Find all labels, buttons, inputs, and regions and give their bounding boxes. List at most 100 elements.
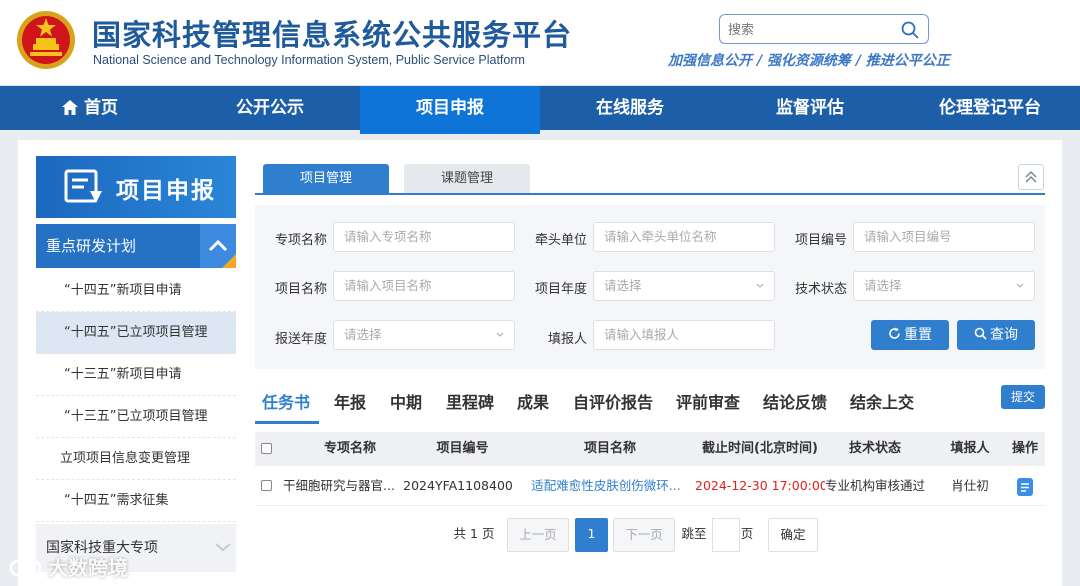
double-chevron-up-icon bbox=[1025, 170, 1037, 183]
watermark: 大数跨境 bbox=[8, 552, 128, 581]
page-total: 共 1 页 bbox=[453, 526, 495, 541]
project-name-link[interactable]: 适配难愈性皮肤创伤微环... bbox=[527, 466, 685, 506]
query-button[interactable]: 查询 bbox=[957, 320, 1035, 350]
site-header: 国家科技管理信息系统公共服务平台 National Science and Te… bbox=[0, 0, 1080, 86]
main-nav: 首页 公开公示 项目申报 在线服务 监督评估 伦理登记平台 bbox=[0, 86, 1080, 134]
project-code-input[interactable]: 请输入项目编号 bbox=[853, 222, 1035, 252]
national-emblem-icon bbox=[17, 11, 75, 69]
edit-document-icon[interactable] bbox=[1016, 477, 1034, 497]
subtab-conclusion-feedback[interactable]: 结论反馈 bbox=[763, 389, 827, 413]
label-submit-year: 报送年度 bbox=[275, 332, 328, 347]
cell-project-code: 2024YFA1108400 bbox=[403, 478, 513, 493]
project-name-input[interactable]: 请输入项目名称 bbox=[333, 271, 515, 301]
sidebar-item-145-manage[interactable]: “十四五”已立项项目管理 bbox=[36, 312, 236, 354]
sidebar-banner-title: 项目申报 bbox=[116, 178, 216, 204]
special-name-input[interactable]: 请输入专项名称 bbox=[333, 222, 515, 252]
goto-page-input[interactable] bbox=[712, 518, 740, 552]
sidebar-group-key-rd[interactable]: 重点研发计划 bbox=[36, 224, 236, 268]
sidebar-item-info-change[interactable]: 立项项目信息变更管理 bbox=[36, 438, 236, 480]
subtab-pre-review[interactable]: 评前审查 bbox=[676, 389, 740, 413]
label-lead-unit: 牵头单位 bbox=[535, 233, 588, 248]
subtab-results[interactable]: 成果 bbox=[517, 389, 549, 413]
chevron-down-icon bbox=[756, 283, 764, 288]
sidebar-item-145-new[interactable]: “十四五”新项目申请 bbox=[36, 270, 236, 312]
cell-filler: 肖仕初 bbox=[951, 478, 989, 493]
goto-confirm-button[interactable]: 确定 bbox=[768, 518, 818, 552]
sidebar-item-145-demand[interactable]: “十四五”需求征集 bbox=[36, 480, 236, 522]
reset-button[interactable]: 重置 bbox=[871, 320, 949, 350]
col-deadline: 截止时间(北京时间) bbox=[702, 441, 818, 456]
slogan: 加强信息公开 / 强化资源统筹 / 推进公平公正 bbox=[668, 53, 950, 69]
tab-project-management[interactable]: 项目管理 bbox=[263, 164, 389, 194]
sidebar-item-135-manage[interactable]: “十三五”已立项项目管理 bbox=[36, 396, 236, 438]
submit-button[interactable]: 提交 bbox=[1001, 385, 1045, 409]
subtab-milestone[interactable]: 里程碑 bbox=[446, 389, 494, 413]
table-header: 专项名称 项目编号 项目名称 截止时间(北京时间) 技术状态 填报人 操作 bbox=[255, 432, 1045, 466]
site-title: 国家科技管理信息系统公共服务平台 bbox=[92, 18, 573, 52]
search-input[interactable] bbox=[728, 20, 888, 40]
sidebar-banner: 项目申报 bbox=[36, 156, 236, 218]
sidebar: 项目申报 重点研发计划 “十四五”新项目申请 “十四五”已立项项目管理 “十三五… bbox=[36, 156, 236, 586]
sidebar-item-135-new[interactable]: “十三五”新项目申请 bbox=[36, 354, 236, 396]
prev-page-button[interactable]: 上一页 bbox=[507, 518, 569, 552]
label-filler: 填报人 bbox=[548, 332, 588, 347]
col-operation: 操作 bbox=[1011, 441, 1038, 456]
search-box[interactable] bbox=[719, 14, 929, 44]
nav-online-service[interactable]: 在线服务 bbox=[540, 86, 720, 130]
tech-status-placeholder: 请选择 bbox=[864, 278, 902, 293]
document-icon bbox=[64, 169, 102, 203]
select-all-checkbox[interactable] bbox=[261, 443, 272, 454]
search-icon[interactable] bbox=[900, 20, 920, 40]
nav-public[interactable]: 公开公示 bbox=[180, 86, 360, 130]
nav-project-apply[interactable]: 项目申报 bbox=[360, 86, 540, 134]
nav-ethics-platform[interactable]: 伦理登记平台 bbox=[900, 86, 1080, 130]
tab-subject-management[interactable]: 课题管理 bbox=[404, 164, 530, 194]
subtab-midterm[interactable]: 中期 bbox=[390, 389, 422, 413]
lead-unit-input[interactable]: 请输入牵头单位名称 bbox=[593, 222, 775, 252]
cell-deadline: 2024-12-30 17:00:00 bbox=[695, 478, 825, 493]
chevron-down-icon bbox=[1016, 283, 1024, 288]
cell-special-name: 干细胞研究与器官... bbox=[283, 478, 395, 493]
collapse-button[interactable] bbox=[1018, 164, 1044, 190]
chevron-down-icon[interactable] bbox=[214, 540, 232, 554]
corner-marker bbox=[222, 254, 236, 268]
tech-status-select[interactable]: 请选择 bbox=[853, 271, 1035, 301]
subtab-self-evaluation[interactable]: 自评价报告 bbox=[573, 389, 653, 413]
home-icon bbox=[62, 100, 78, 115]
col-project-code: 项目编号 bbox=[436, 441, 489, 456]
site-subtitle: National Science and Technology Informat… bbox=[93, 53, 525, 67]
refresh-icon bbox=[889, 327, 900, 339]
subtab-surplus-return[interactable]: 结余上交 bbox=[850, 389, 914, 413]
nav-home-label: 首页 bbox=[84, 98, 118, 118]
col-project-name: 项目名称 bbox=[583, 441, 636, 456]
label-special-name: 专项名称 bbox=[275, 233, 328, 248]
col-filler: 填报人 bbox=[950, 441, 990, 456]
search-icon bbox=[974, 327, 987, 340]
query-label: 查询 bbox=[990, 327, 1018, 343]
label-project-year: 项目年度 bbox=[535, 282, 588, 297]
next-page-button[interactable]: 下一页 bbox=[613, 518, 675, 552]
project-year-select[interactable]: 请选择 bbox=[593, 271, 775, 301]
tab-underline bbox=[255, 193, 1045, 195]
subtab-annual-report[interactable]: 年报 bbox=[334, 389, 366, 413]
project-year-placeholder: 请选择 bbox=[604, 278, 642, 293]
watermark-text: 大数跨境 bbox=[48, 556, 128, 580]
subtab-underline bbox=[255, 421, 319, 424]
current-page[interactable]: 1 bbox=[575, 518, 608, 552]
table-row: 干细胞研究与器官... 2024YFA1108400 适配难愈性皮肤创伤微环..… bbox=[255, 466, 1045, 506]
page-unit-label: 页 bbox=[740, 526, 754, 541]
submit-year-select[interactable]: 请选择 bbox=[333, 320, 515, 350]
watermark-logo-icon bbox=[9, 559, 42, 577]
edit-action[interactable] bbox=[1005, 466, 1045, 506]
nav-home[interactable]: 首页 bbox=[0, 86, 180, 130]
cell-tech-status: 专业机构审核通过 bbox=[825, 478, 925, 493]
filler-input[interactable]: 请输入填报人 bbox=[593, 320, 775, 350]
label-project-name: 项目名称 bbox=[275, 282, 328, 297]
chevron-down-icon bbox=[496, 332, 504, 337]
label-tech-status: 技术状态 bbox=[795, 282, 848, 297]
col-special-name: 专项名称 bbox=[323, 441, 376, 456]
subtab-task-book[interactable]: 任务书 bbox=[262, 389, 310, 413]
nav-supervision[interactable]: 监督评估 bbox=[720, 86, 900, 130]
row-checkbox[interactable] bbox=[261, 480, 272, 491]
label-project-code: 项目编号 bbox=[795, 233, 848, 248]
